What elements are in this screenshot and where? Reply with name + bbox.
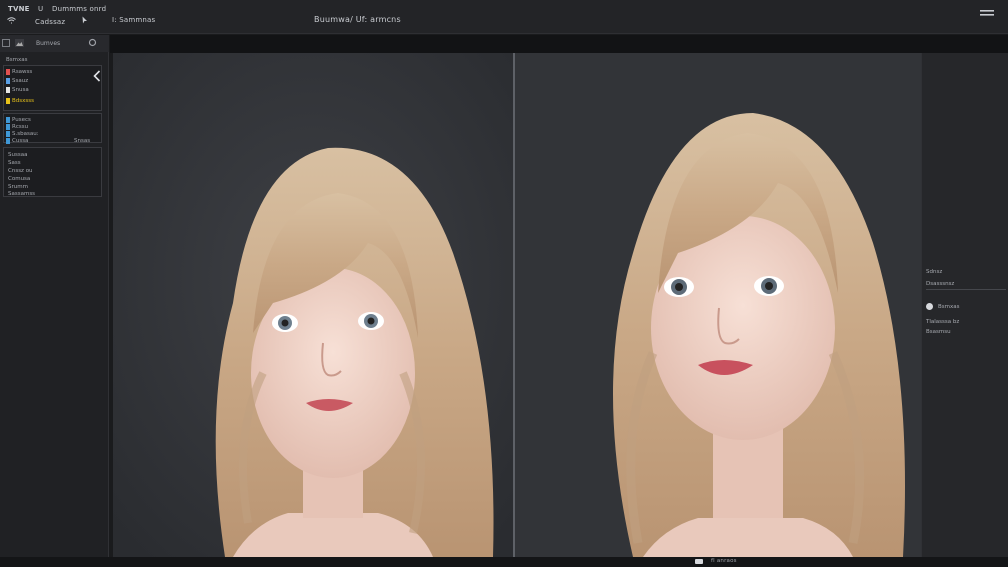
radio-button[interactable] [926,303,933,310]
properties-box: Sussaa Sass Cnssz ou Comusa Srumm Sassam… [3,147,102,197]
layer-item[interactable]: Cussa [12,138,28,144]
layers-list-secondary: Pusecs Rcssu S.sbasau: Cussa Snsas [3,113,102,144]
layer-item[interactable]: S.sbasau: [12,131,39,137]
chevron-left-icon[interactable] [93,70,101,82]
row-label: Tlalasssa bz [926,319,960,325]
field-label[interactable]: Dsasssnsz [926,281,954,287]
option-label[interactable]: Bsmxas [938,304,960,310]
canvas-ruler [110,35,1008,53]
property-label: Sassamss [8,191,36,197]
layer-value: Snsas [74,138,91,144]
portrait-comparison-image [113,53,1008,557]
layer-color-swatch [6,87,10,93]
panel-toggle-icon[interactable] [2,39,10,47]
image-icon[interactable] [15,39,24,47]
document-title: Buumwa/ Uf: armcns [314,15,401,24]
layer-item[interactable]: Rcssu [12,124,28,130]
menu-u[interactable]: U [38,5,43,13]
layer-color-swatch [6,98,10,104]
property-label: Sass [8,160,21,166]
layer-item[interactable]: Pusecs [12,117,31,123]
property-label: Srumm [8,184,28,190]
tool-label[interactable]: I: Sammnas [112,16,155,24]
layer-item[interactable]: Bdsxsss [12,98,34,104]
status-text: fl anraos [711,558,737,564]
image-canvas[interactable] [113,53,1008,557]
layers-list: Rsawss Ssauz Snusa Bdsxsss [3,65,102,111]
layer-item[interactable]: Rsawss [12,69,32,75]
layers-panel: Bumves Bsmxas Rsawss Ssauz Snusa Bdsxsss… [0,35,109,558]
row-label: Bsasmsu [926,329,951,335]
layer-color-swatch [6,117,10,123]
app-name: TVNE [8,5,30,13]
section-label: Bsmxas [6,57,28,63]
panel-header: Bumves [0,35,109,52]
sub-label: Cadssaz [35,18,66,26]
status-bar: fl anraos [0,557,1008,567]
status-indicator-icon[interactable] [695,559,703,564]
layer-item[interactable]: Snusa [12,87,29,93]
hamburger-menu-icon[interactable] [980,9,994,17]
property-label: Cnssz ou [8,168,33,174]
properties-panel: Sdnsz Dsasssnsz Bsmxas Tlalasssa bz Bsas… [921,53,1008,557]
layer-item[interactable]: Ssauz [12,78,28,84]
layer-color-swatch [6,78,10,84]
layer-color-swatch [6,124,10,130]
refresh-icon[interactable] [88,38,97,47]
layer-color-swatch [6,131,10,137]
divider [926,289,1006,290]
menu-title[interactable]: Dummms onrd [52,5,106,13]
cursor-icon[interactable] [82,16,88,24]
layer-color-swatch [6,138,10,144]
panel-header-label: Bumves [36,40,61,47]
layer-color-swatch [6,69,10,75]
property-label: Sussaa [8,152,28,158]
wifi-icon[interactable] [7,16,16,24]
panel-title: Sdnsz [926,269,943,275]
property-label: Comusa [8,176,31,182]
top-toolbar: TVNE U Dummms onrd Cadssaz I: Sammnas Bu… [0,0,1008,34]
